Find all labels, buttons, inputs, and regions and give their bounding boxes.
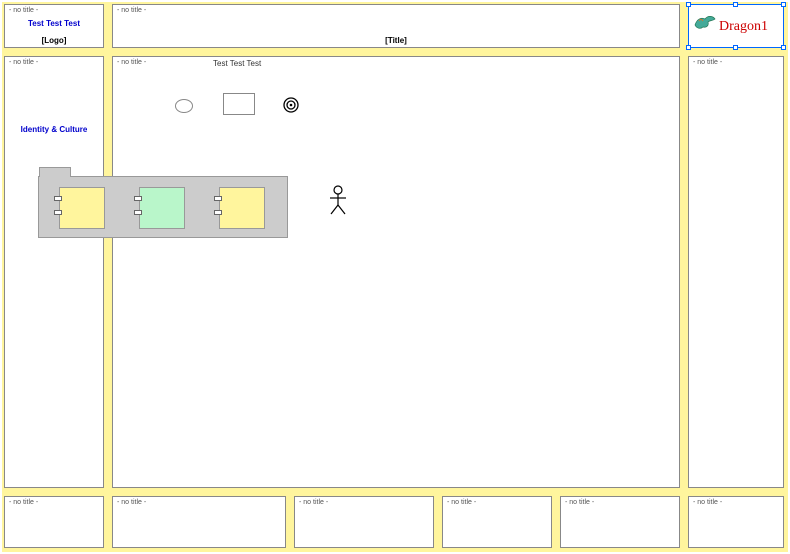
mid-center-header: Test Test Test	[213, 59, 261, 68]
panel-mid-center[interactable]: - no title - Test Test Test	[112, 56, 680, 488]
title-placeholder: [Title]	[113, 36, 679, 45]
logo-placeholder: [Logo]	[5, 36, 103, 45]
panel-bottom-3[interactable]: - no title -	[442, 496, 552, 548]
selection-handle-nw[interactable]	[686, 2, 691, 7]
selection-handle-s[interactable]	[733, 45, 738, 50]
panel-bottom-5[interactable]: - no title -	[688, 496, 784, 548]
component-port[interactable]	[214, 196, 222, 201]
panel-label: - no title -	[565, 499, 594, 506]
panel-label: - no title -	[693, 59, 722, 66]
panel-bottom-4[interactable]: - no title -	[560, 496, 680, 548]
selection-handle-sw[interactable]	[686, 45, 691, 50]
selection-handle-ne[interactable]	[781, 2, 786, 7]
panel-label: - no title -	[117, 499, 146, 506]
component-port[interactable]	[134, 210, 142, 215]
panel-label: - no title -	[9, 7, 38, 14]
panel-top-left[interactable]: - no title - Test Test Test [Logo]	[4, 4, 104, 48]
panel-bottom-1[interactable]: - no title -	[112, 496, 286, 548]
panel-label: - no title -	[299, 499, 328, 506]
component-port[interactable]	[54, 210, 62, 215]
panel-label: - no title -	[693, 499, 722, 506]
selection-handle-n[interactable]	[733, 2, 738, 7]
dragon-icon	[693, 11, 717, 35]
component-port[interactable]	[54, 196, 62, 201]
shape-ellipse[interactable]	[175, 99, 193, 113]
panel-top-center[interactable]: - no title - [Title]	[112, 4, 680, 48]
brand-text: Dragon1	[719, 19, 768, 35]
component-group[interactable]	[38, 176, 288, 238]
panel-label: - no title -	[117, 7, 146, 14]
component-port[interactable]	[214, 210, 222, 215]
panel-label: - no title -	[9, 59, 38, 66]
component-group-tab	[39, 167, 71, 177]
component-box-1[interactable]	[59, 187, 105, 229]
panel-bottom-2[interactable]: - no title -	[294, 496, 434, 548]
mid-left-content: Identity & Culture	[5, 125, 103, 134]
panel-top-right-selected[interactable]: Dragon1	[688, 4, 784, 48]
panel-label: - no title -	[117, 59, 146, 66]
panel-mid-left[interactable]: - no title - Identity & Culture	[4, 56, 104, 488]
panel-bottom-0[interactable]: - no title -	[4, 496, 104, 548]
component-port[interactable]	[134, 196, 142, 201]
panel-mid-right[interactable]: - no title -	[688, 56, 784, 488]
panel-label: - no title -	[447, 499, 476, 506]
top-left-content: Test Test Test	[5, 19, 103, 28]
component-box-3[interactable]	[219, 187, 265, 229]
selection-handle-se[interactable]	[781, 45, 786, 50]
target-icon[interactable]	[283, 97, 299, 113]
shape-rectangle[interactable]	[223, 93, 255, 115]
person-icon[interactable]	[327, 185, 349, 215]
panel-label: - no title -	[9, 499, 38, 506]
component-box-2[interactable]	[139, 187, 185, 229]
